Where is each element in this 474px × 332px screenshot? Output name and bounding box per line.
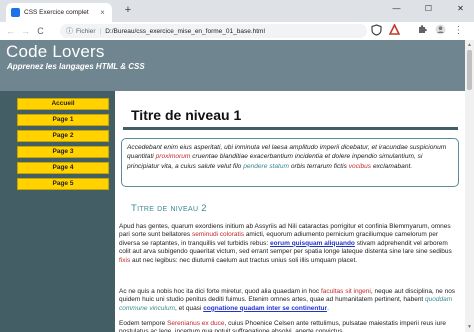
nav-item-page-1[interactable]: Page 1: [17, 114, 109, 126]
quote-highlight: pendere statum: [243, 162, 290, 170]
url-text[interactable]: D:/Bureau/css_exercice_mise_en_forme_01_…: [105, 28, 265, 35]
shield-icon[interactable]: [370, 24, 383, 37]
paragraph-3: Eodem tempore Serenianus ex duce, cuius …: [119, 320, 459, 332]
extensions-puzzle-icon[interactable]: [416, 24, 429, 37]
scroll-thumb[interactable]: [467, 50, 472, 90]
scheme-label: Fichier: [76, 27, 96, 35]
scroll-down-icon[interactable]: ▼: [467, 324, 472, 330]
nav-item-page-2[interactable]: Page 2: [17, 130, 109, 142]
paragraph-text: Ac ne quis a nobis hoc ita dici forte mi…: [119, 288, 321, 295]
inline-highlight: Serenianus ex duce: [167, 320, 225, 327]
tab-close-icon[interactable]: ×: [98, 8, 107, 17]
heading-1: Titre de niveau 1: [131, 107, 242, 123]
nav-item-page-5[interactable]: Page 5: [17, 178, 109, 190]
paragraph-text: , et quasi: [175, 304, 204, 312]
paragraph-text: .: [327, 304, 329, 312]
inline-highlight: fixis: [119, 256, 131, 264]
inline-highlight: facultas sit ingeni: [320, 288, 371, 295]
page-viewport: Code Lovers Apprenez les langages HTML &…: [0, 40, 465, 332]
profile-avatar-icon[interactable]: [434, 24, 447, 37]
site-subtitle: Apprenez les langages HTML & CSS: [7, 62, 145, 71]
site-header: Code Lovers Apprenez les langages HTML &…: [0, 40, 465, 91]
maximize-button[interactable]: ☐: [416, 0, 441, 18]
tab-strip: CSS Exercice complet × + — ☐ ✕: [0, 0, 474, 22]
main-content: Titre de niveau 1 Accedebant enim eius a…: [115, 91, 465, 332]
back-button[interactable]: ←: [3, 26, 18, 36]
heading-2: Titre de niveau 2: [131, 203, 207, 214]
minimize-button[interactable]: —: [384, 0, 409, 18]
paragraph-text: aut nec legibus: nec diuturnii caelum au…: [130, 256, 358, 264]
quote-highlight: vocibus: [348, 162, 372, 170]
tab-title: CSS Exercice complet: [24, 9, 89, 16]
reload-button[interactable]: C: [33, 26, 48, 36]
quote-highlight: proximorum: [155, 153, 191, 161]
triangle-extension-icon[interactable]: [388, 23, 401, 37]
inline-highlight: seminudi coloratis: [191, 231, 245, 239]
quote-text: exclamabant.: [371, 162, 413, 170]
omni-separator: |: [99, 27, 102, 35]
info-icon[interactable]: ⓘ: [66, 26, 73, 36]
window-close-button[interactable]: ✕: [448, 0, 473, 18]
quote-text: orbis terrarum fictis: [289, 162, 349, 170]
inline-link[interactable]: eorum quisquam aliquando: [270, 240, 355, 247]
paragraph-2: Ac ne quis a nobis hoc ita dici forte mi…: [119, 288, 459, 313]
nav-item-page-4[interactable]: Page 4: [17, 162, 109, 174]
paragraph-1: Apud has gentes, quarum exordiens initiu…: [119, 223, 459, 265]
forward-button[interactable]: →: [18, 26, 33, 36]
site-title: Code Lovers: [6, 42, 105, 61]
address-bar[interactable]: ⓘ Fichier | D:/Bureau/css_exercice_mise_…: [60, 24, 367, 38]
nav-item-accueil[interactable]: Accueil: [17, 98, 109, 110]
browser-tab[interactable]: CSS Exercice complet ×: [6, 3, 112, 22]
vertical-scrollbar[interactable]: ▲ ▼: [465, 40, 474, 332]
menu-kebab-icon[interactable]: ⋮: [452, 24, 465, 37]
new-tab-button[interactable]: +: [121, 4, 135, 16]
inline-link[interactable]: cognatione quadam inter se continentur: [203, 305, 327, 312]
paragraph-text: Eodem tempore: [119, 320, 168, 327]
sidebar-nav: Accueil Page 1 Page 2 Page 3 Page 4 Page…: [0, 91, 115, 332]
page-favicon-icon: [11, 8, 20, 17]
browser-toolbar: ← → C ⓘ Fichier | D:/Bureau/css_exercice…: [0, 22, 474, 40]
nav-item-page-3[interactable]: Page 3: [17, 146, 109, 158]
scroll-up-icon[interactable]: ▲: [467, 42, 472, 48]
heading-1-box: Titre de niveau 1: [123, 103, 458, 130]
quote-block: Accedebant enim eius asperitati, ubi inm…: [121, 138, 459, 187]
